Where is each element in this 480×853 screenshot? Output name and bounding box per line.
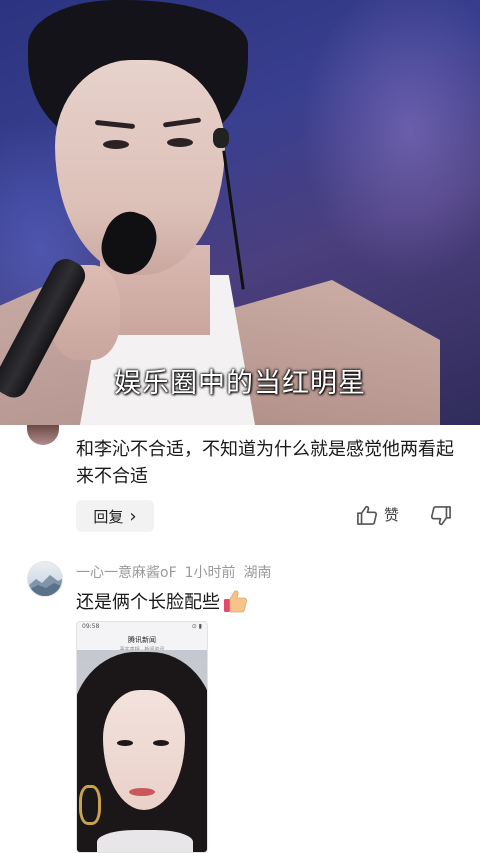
lips xyxy=(129,788,155,796)
comment-body: 还是俩个长脸配些 xyxy=(76,592,220,613)
comment-text: 和李沁不合适，不知道为什么就是感觉他两看起来不合适 xyxy=(76,439,454,487)
app-title: 腾讯新闻 xyxy=(128,636,156,644)
like-button[interactable]: 赞 xyxy=(356,504,399,525)
mountain-landscape-icon xyxy=(28,575,62,596)
reply-label: 回复 xyxy=(93,507,124,526)
brow xyxy=(162,117,202,128)
portrait-photo xyxy=(77,650,207,852)
earring xyxy=(79,785,101,825)
status-bar: 09:58 ⊙ ▮ xyxy=(77,622,207,632)
eye xyxy=(153,740,169,746)
thumbs-down-icon xyxy=(430,506,451,526)
comment-location: 湖南 xyxy=(243,565,272,581)
status-icons: ⊙ ▮ xyxy=(191,623,202,630)
like-label: 赞 xyxy=(384,506,400,524)
monitor-wire xyxy=(222,150,245,290)
comment-text: 还是俩个长脸配些 xyxy=(76,588,248,614)
thumbs-up-emoji-icon xyxy=(224,590,247,613)
username[interactable]: 一心一意麻酱oF xyxy=(76,562,177,582)
thumbs-up-icon xyxy=(357,505,378,525)
comment-time: 1小时前 xyxy=(184,565,236,581)
video-player[interactable]: 娱乐圈中的当红明星 xyxy=(0,0,480,425)
eye xyxy=(103,140,129,149)
avatar[interactable] xyxy=(27,561,63,597)
clothing xyxy=(97,830,193,852)
comment-meta: 一心一意麻酱oF 1小时前 湖南 xyxy=(76,562,272,582)
dislike-button[interactable] xyxy=(430,506,452,530)
avatar[interactable] xyxy=(27,425,59,445)
comment-image[interactable]: 09:58 ⊙ ▮ 腾讯新闻 事实真相 · 新闻资讯 xyxy=(76,621,208,853)
chevron-right-icon: › xyxy=(129,505,137,527)
in-ear-monitor xyxy=(213,128,229,148)
brow xyxy=(94,119,136,130)
video-subtitle: 娱乐圈中的当红明星 xyxy=(114,368,366,399)
status-time: 09:58 xyxy=(82,623,100,630)
reply-button[interactable]: 回复 › xyxy=(76,500,154,532)
stage-light xyxy=(300,0,480,280)
eye xyxy=(117,740,133,746)
eye xyxy=(167,138,193,147)
